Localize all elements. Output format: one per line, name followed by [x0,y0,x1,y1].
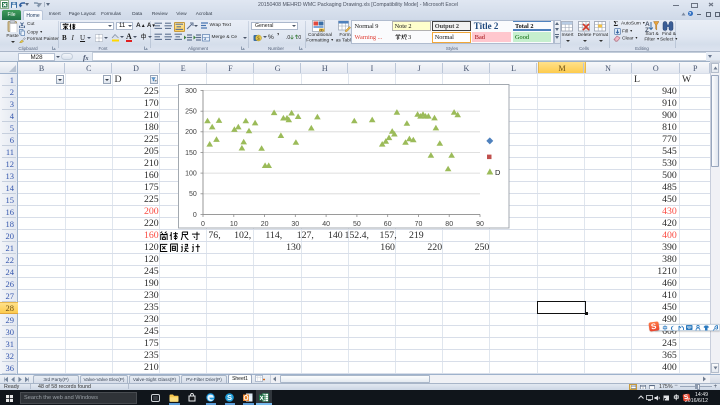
svg-text:50: 50 [189,191,197,198]
svg-text:200: 200 [185,129,197,136]
svg-text:90: 90 [476,221,484,228]
svg-text:$: $ [257,35,260,42]
svg-text:150: 150 [185,150,197,157]
svg-text:30: 30 [291,221,299,228]
svg-text:250: 250 [185,109,197,116]
svg-text:20: 20 [261,221,269,228]
svg-text:0: 0 [201,221,205,228]
svg-text:D: D [495,168,501,177]
svg-text:70: 70 [415,221,423,228]
svg-text:50: 50 [353,221,361,228]
svg-text:40: 40 [322,221,330,228]
svg-text:60: 60 [384,221,392,228]
svg-text:0: 0 [193,212,197,219]
svg-text:80: 80 [445,221,453,228]
svg-text:300: 300 [185,88,197,95]
svg-text:db: db [320,28,324,32]
svg-text:10: 10 [230,221,238,228]
svg-text:.0: .0 [286,35,290,41]
svg-text:S: S [227,393,232,402]
svg-text:100: 100 [185,171,197,178]
